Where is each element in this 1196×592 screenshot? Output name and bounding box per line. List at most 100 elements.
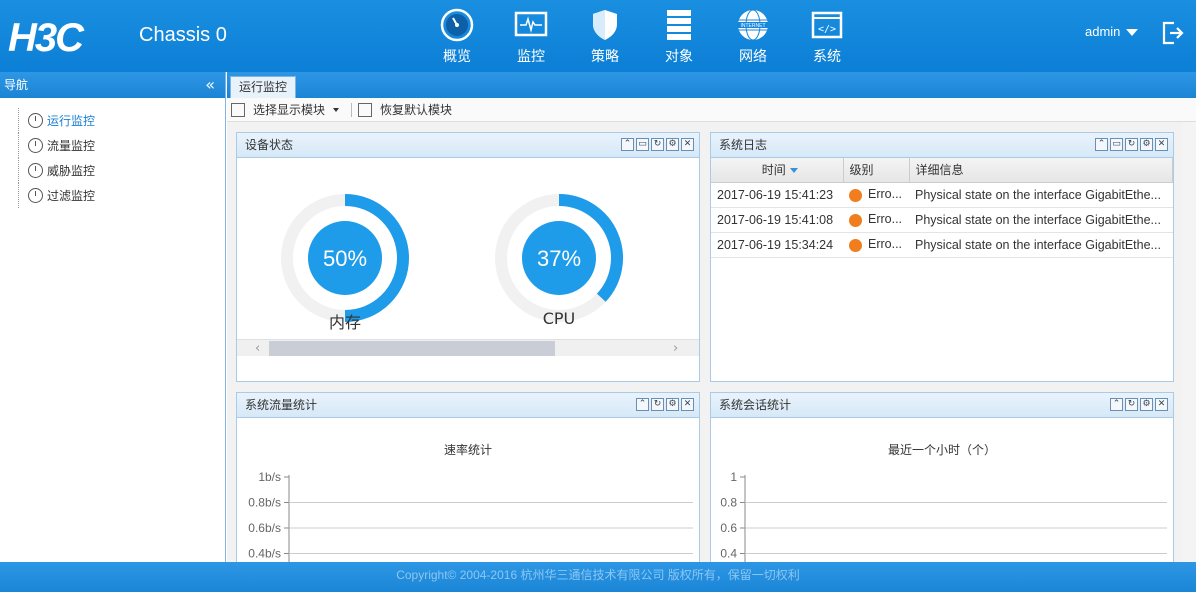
y-tick-label: 0.4b/s (248, 547, 281, 561)
server-icon (662, 8, 696, 42)
column-time-label: 时间 (761, 163, 786, 178)
settings-icon[interactable]: ⚙ (1140, 398, 1153, 411)
collapse-sidebar-icon[interactable]: « (205, 72, 215, 98)
main-content: 运行监控 选择显示模块 恢复默认模块 设备状态 ⌃ ▭ ↻ ⚙ ✕ 50% 内存 3… (227, 72, 1196, 567)
gauge-label: CPU (542, 309, 576, 328)
gauge-icon (440, 8, 474, 42)
scroll-thumb[interactable] (269, 341, 555, 356)
gauge-label: 内存 (328, 313, 361, 332)
sidebar-item-threat-monitor[interactable]: 威胁监控 (18, 158, 225, 183)
close-icon[interactable]: ✕ (1155, 398, 1168, 411)
column-time[interactable]: 时间 (711, 158, 844, 183)
system-log-panel: 系统日志 ⌃ ▭ ↻ ⚙ ✕ 时间 级别 详细信息 2017-06-19 15:… (710, 132, 1174, 382)
internet-icon: INTERNET (736, 8, 770, 42)
tab-run-monitor[interactable]: 运行监控 (230, 76, 297, 98)
table-row[interactable]: 2017-06-19 15:41:23 Erro... Physical state… (711, 182, 1173, 208)
sidebar-item-label: 威胁监控 (47, 164, 96, 178)
nav-policy[interactable]: 策略 (568, 8, 642, 66)
table-row[interactable]: 2017-06-19 15:41:08 Erro... Physical state… (711, 207, 1173, 233)
sidebar-item-filter-monitor[interactable]: 过滤监控 (18, 183, 225, 208)
nav-overview-label: 概览 (443, 49, 471, 65)
sidebar-item-run-monitor[interactable]: 运行监控 (18, 108, 225, 133)
column-detail[interactable]: 详细信息 (909, 158, 1173, 183)
chassis-name: Chassis 0 (139, 24, 227, 46)
log-table: 时间 级别 详细信息 2017-06-19 15:41:23 Erro... Phy… (711, 158, 1173, 258)
horizontal-scrollbar[interactable]: ‹ › (237, 339, 699, 356)
sidebar-item-label: 过滤监控 (47, 189, 96, 203)
h3c-logo: H3C (8, 16, 84, 60)
close-icon[interactable]: ✕ (681, 138, 694, 151)
table-header-row: 时间 级别 详细信息 (711, 158, 1173, 183)
shield-icon (588, 8, 622, 42)
gauge-1: 37% (495, 194, 623, 322)
top-header: H3C Chassis 0 概览 监控 策略 对象 INTERNET 网络 </… (0, 0, 1196, 72)
nav-object[interactable]: 对象 (642, 8, 716, 66)
nav-network[interactable]: INTERNET 网络 (716, 8, 790, 66)
chart-title: 最近一个小时（个） (887, 443, 996, 457)
nav-system[interactable]: </> 系统 (790, 8, 864, 66)
restore-icon (358, 102, 373, 117)
panel-title: 系统日志 (719, 138, 768, 152)
panel-controls: ⌃ ↻ ⚙ ✕ (634, 398, 694, 411)
refresh-icon[interactable]: ↻ (651, 398, 664, 411)
close-icon[interactable]: ✕ (681, 398, 694, 411)
refresh-icon[interactable]: ↻ (1125, 138, 1138, 151)
clock-icon (28, 138, 43, 153)
logout-icon[interactable] (1160, 20, 1186, 46)
y-tick-label: 0.6b/s (248, 521, 281, 535)
y-tick-label: 0.6 (720, 521, 737, 535)
select-modules-button[interactable]: 选择显示模块 (231, 101, 340, 118)
log-table-body: 2017-06-19 15:41:23 Erro... Physical state… (711, 182, 1173, 258)
column-level[interactable]: 级别 (843, 158, 910, 183)
log-level: Erro... (843, 232, 909, 258)
table-row[interactable]: 2017-06-19 15:34:24 Erro... Physical state… (711, 232, 1173, 258)
nav-overview[interactable]: 概览 (420, 8, 494, 66)
scroll-left-icon[interactable]: ‹ (255, 341, 260, 356)
log-detail: Physical state on the interface GigabitE… (909, 207, 1173, 233)
sidebar-item-label: 流量监控 (47, 139, 96, 153)
sidebar-title: 导航 (4, 78, 29, 92)
sidebar-item-label: 运行监控 (47, 114, 96, 128)
maximize-icon[interactable]: ▭ (636, 138, 649, 151)
main-nav: 概览 监控 策略 对象 INTERNET 网络 </> 系统 (420, 8, 864, 66)
collapse-icon[interactable]: ⌃ (636, 398, 649, 411)
clock-icon (28, 163, 43, 178)
nav-sidebar: 导航 « 运行监控 流量监控 威胁监控 过滤监控 (0, 72, 226, 562)
maximize-icon[interactable]: ▭ (1110, 138, 1123, 151)
error-dot-icon (849, 188, 862, 202)
panel-title: 系统流量统计 (245, 398, 318, 412)
settings-icon[interactable]: ⚙ (666, 398, 679, 411)
panel-controls: ⌃ ▭ ↻ ⚙ ✕ (619, 138, 694, 151)
close-icon[interactable]: ✕ (1155, 138, 1168, 151)
svg-text:</>: </> (818, 24, 836, 35)
error-dot-icon (849, 213, 862, 227)
refresh-icon[interactable]: ↻ (1125, 398, 1138, 411)
collapse-icon[interactable]: ⌃ (1095, 138, 1108, 151)
gauge-value-text: 50% (323, 246, 367, 271)
settings-icon[interactable]: ⚙ (1140, 138, 1153, 151)
panel-controls: ⌃ ▭ ↻ ⚙ ✕ (1093, 138, 1168, 151)
panel-controls: ⌃ ↻ ⚙ ✕ (1108, 398, 1168, 411)
panel-header: 设备状态 ⌃ ▭ ↻ ⚙ ✕ (237, 133, 699, 158)
vertical-scrollbar[interactable] (1183, 122, 1196, 562)
sidebar-header: 导航 « (0, 72, 225, 98)
settings-icon[interactable]: ⚙ (666, 138, 679, 151)
panel-title: 设备状态 (245, 138, 294, 152)
scroll-right-icon[interactable]: › (673, 341, 678, 356)
y-tick-label: 0.8b/s (248, 496, 281, 510)
chevron-down-icon (1126, 29, 1139, 37)
traffic-stats-panel: 系统流量统计 ⌃ ↻ ⚙ ✕ 速率统计 1b/s 0.8b/s 0.6b/s 0.4b… (236, 392, 700, 567)
footer-copyright: Copyright© 2004-2016 杭州华三通信技术有限公司 版权所有，保… (0, 562, 1196, 592)
panel-title: 系统会话统计 (719, 398, 792, 412)
user-menu[interactable]: admin (1085, 24, 1139, 39)
code-window-icon: </> (810, 8, 844, 42)
nav-network-label: 网络 (739, 49, 767, 65)
restore-default-button[interactable]: 恢复默认模块 (358, 101, 452, 118)
collapse-icon[interactable]: ⌃ (1110, 398, 1123, 411)
panel-header: 系统流量统计 ⌃ ↻ ⚙ ✕ (237, 393, 699, 418)
sidebar-item-traffic-monitor[interactable]: 流量监控 (18, 133, 225, 158)
device-status-panel: 设备状态 ⌃ ▭ ↻ ⚙ ✕ 50% 内存 37% CPU ‹ › (236, 132, 700, 382)
collapse-icon[interactable]: ⌃ (621, 138, 634, 151)
refresh-icon[interactable]: ↻ (651, 138, 664, 151)
nav-monitor[interactable]: 监控 (494, 8, 568, 66)
